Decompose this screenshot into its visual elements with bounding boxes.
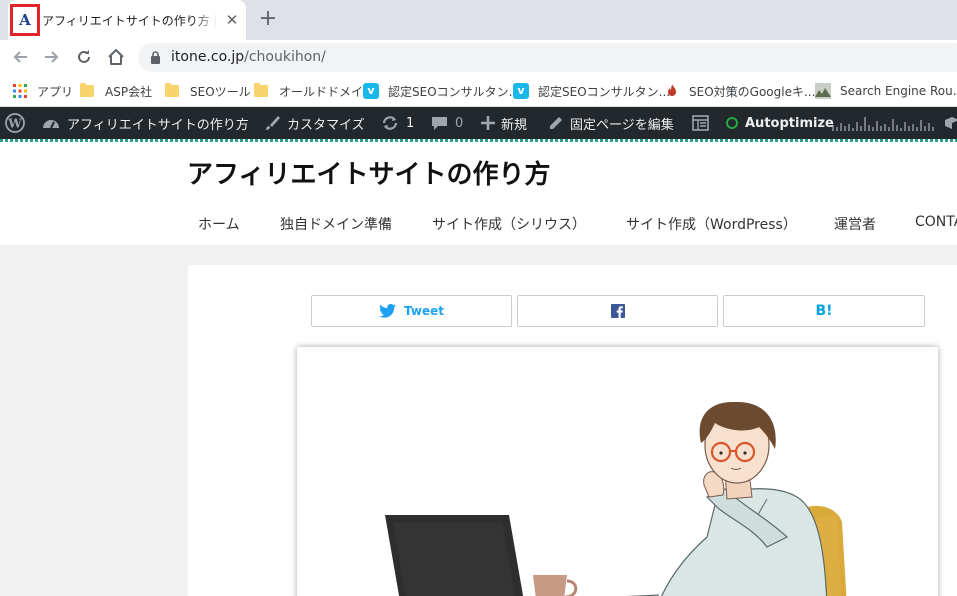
wp-page-layout-icon[interactable] bbox=[692, 107, 709, 139]
wp-activity-graph bbox=[831, 107, 936, 139]
wp-edit-page-label: 固定ページを編集 bbox=[570, 117, 674, 133]
landscape-icon bbox=[815, 83, 831, 99]
bookmark-label: ASP会社 bbox=[105, 84, 153, 99]
tweet-button[interactable]: Tweet bbox=[311, 295, 512, 327]
close-tab-icon[interactable]: ✕ bbox=[223, 11, 241, 29]
article-content: Tweet B! bbox=[188, 265, 957, 596]
updates-icon bbox=[381, 115, 399, 131]
wp-comments-count: 0 bbox=[455, 115, 464, 131]
folder-icon bbox=[165, 83, 181, 99]
bookmark-label: 認定SEOコンサルタン... bbox=[538, 84, 671, 99]
bookmark-label: オールドドメイン bbox=[279, 84, 376, 99]
folder-icon bbox=[80, 83, 96, 99]
bookmark-apps[interactable]: アプリ bbox=[12, 81, 73, 101]
nav-item-domain[interactable]: 独自ドメイン準備 bbox=[280, 214, 392, 234]
flame-icon bbox=[668, 84, 676, 96]
bookmark-label: SEOツール bbox=[190, 84, 251, 99]
bookmark-seo-google[interactable]: SEO対策のGoogleキ... bbox=[664, 81, 815, 101]
wp-updates[interactable]: 1 bbox=[381, 107, 414, 139]
comment-icon bbox=[431, 116, 448, 131]
browser-tab-active[interactable]: A アフィリエイトサイトの作り方｜稼げるサイト ✕ bbox=[8, 0, 246, 40]
site-favicon-icon: A bbox=[10, 4, 40, 36]
address-bar[interactable]: itone.co.jp/choukihon/ bbox=[138, 43, 957, 72]
site-title[interactable]: アフィリエイトサイトの作り方 bbox=[187, 154, 550, 191]
wp-autoptimize-label: Autoptimize bbox=[745, 115, 834, 131]
wp-new[interactable]: 新規 bbox=[481, 107, 527, 139]
bookmark-old-domain[interactable]: オールドドメイン bbox=[254, 81, 375, 101]
new-tab-icon[interactable]: + bbox=[256, 8, 280, 32]
hatena-label: B! bbox=[815, 303, 833, 319]
nav-item-sirius[interactable]: サイト作成（シリウス） bbox=[432, 214, 586, 234]
apps-grid-icon bbox=[13, 84, 27, 98]
dashboard-icon bbox=[42, 115, 60, 131]
browser-tab-strip: A アフィリエイトサイトの作り方｜稼げるサイト ✕ + bbox=[0, 0, 957, 40]
bookmark-search-engine[interactable]: Search Engine Rou... bbox=[815, 81, 957, 101]
bookmark-label: 認定SEOコンサルタン... bbox=[388, 84, 521, 99]
pencil-icon bbox=[548, 116, 563, 131]
wp-site-name[interactable]: アフィリエイトサイトの作り方 bbox=[42, 107, 249, 139]
hero-illustration bbox=[297, 347, 938, 596]
wp-customize[interactable]: カスタマイズ bbox=[264, 107, 365, 139]
browser-toolbar: itone.co.jp/choukihon/ bbox=[0, 40, 957, 75]
mug-illustration bbox=[533, 575, 567, 596]
man-with-laptop-illustration bbox=[385, 401, 847, 596]
wp-autoptimize[interactable]: Autoptimize bbox=[726, 107, 834, 139]
nav-item-operator[interactable]: 運営者 bbox=[834, 214, 876, 234]
wp-new-label: 新規 bbox=[501, 117, 528, 133]
tweet-label: Tweet bbox=[404, 304, 444, 318]
back-icon[interactable] bbox=[7, 44, 33, 70]
url-text: itone.co.jp/choukihon/ bbox=[171, 49, 326, 65]
forward-icon[interactable] bbox=[39, 44, 65, 70]
wp-customize-label: カスタマイズ bbox=[287, 117, 365, 133]
twitter-icon bbox=[379, 304, 396, 318]
status-circle-icon bbox=[726, 117, 738, 129]
favicon-letter: A bbox=[19, 11, 31, 29]
bookmark-seo-consultant-2[interactable]: v 認定SEOコンサルタン... bbox=[513, 81, 670, 101]
wp-admin-bar: W アフィリエイトサイトの作り方 カスタマイズ 1 0 新規 固定ページを編集 … bbox=[0, 107, 957, 139]
vimeo-icon: v bbox=[363, 83, 379, 99]
bookmark-seo-tools[interactable]: SEOツール bbox=[165, 81, 251, 101]
plus-icon bbox=[481, 116, 495, 130]
facebook-icon bbox=[610, 304, 625, 318]
nav-item-contact[interactable]: CONTA bbox=[915, 214, 957, 230]
home-icon[interactable] bbox=[103, 44, 129, 70]
wp-comments[interactable]: 0 bbox=[431, 107, 463, 139]
bookmark-seo-consultant-1[interactable]: v 認定SEOコンサルタン... bbox=[363, 81, 520, 101]
lock-icon bbox=[151, 51, 160, 64]
site-header: アフィリエイトサイトの作り方 ホーム 独自ドメイン準備 サイト作成（シリウス） … bbox=[0, 142, 957, 245]
wp-edit-page[interactable]: 固定ページを編集 bbox=[548, 107, 674, 139]
bookmark-label: アプリ bbox=[37, 84, 74, 99]
wp-updates-count: 1 bbox=[406, 115, 415, 131]
facebook-share-button[interactable] bbox=[517, 295, 718, 327]
hatena-bookmark-button[interactable]: B! bbox=[723, 295, 925, 327]
bookmark-label: SEO対策のGoogleキ... bbox=[689, 84, 816, 99]
svg-text:W: W bbox=[7, 117, 22, 131]
reload-icon[interactable] bbox=[71, 44, 97, 70]
nav-item-wordpress[interactable]: サイト作成（WordPress） bbox=[626, 214, 797, 234]
wp-more-icon[interactable] bbox=[944, 107, 957, 139]
nav-item-home[interactable]: ホーム bbox=[198, 214, 240, 234]
wp-site-name-label: アフィリエイトサイトの作り方 bbox=[67, 117, 249, 133]
bookmark-asp[interactable]: ASP会社 bbox=[80, 81, 152, 101]
bookmarks-bar: アプリ ASP会社 SEOツール オールドドメイン v 認定SEOコンサルタン.… bbox=[0, 75, 957, 107]
vimeo-icon: v bbox=[513, 83, 529, 99]
wordpress-logo-icon[interactable]: W bbox=[5, 107, 25, 139]
paintbrush-icon bbox=[264, 115, 280, 131]
folder-icon bbox=[254, 83, 270, 99]
bookmark-label: Search Engine Rou... bbox=[840, 84, 957, 98]
